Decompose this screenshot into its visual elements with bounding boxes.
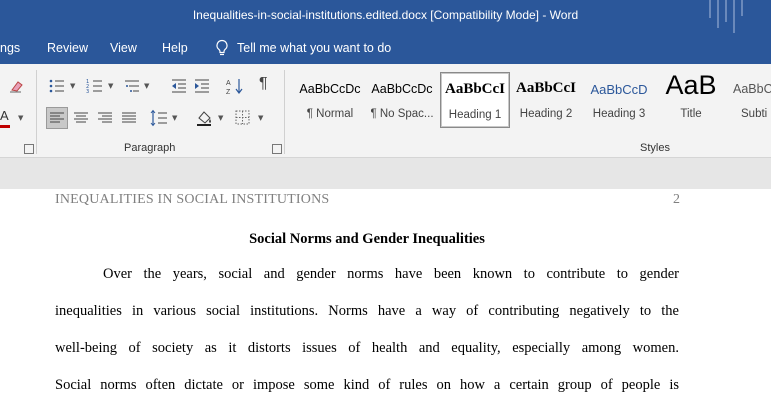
style-subtitle[interactable]: AaBbC Subti xyxy=(729,72,771,126)
chevron-down-icon[interactable]: ▼ xyxy=(172,114,177,122)
multilevel-list-icon xyxy=(125,80,139,92)
increase-indent-icon xyxy=(195,79,209,93)
document-page[interactable]: INEQUALITIES IN SOCIAL INSTITUTIONS 2 So… xyxy=(0,189,771,411)
decrease-indent-button[interactable] xyxy=(170,77,188,95)
svg-text:Z: Z xyxy=(226,89,231,95)
style-name: ¶ No Spac... xyxy=(370,108,434,120)
eraser-icon xyxy=(10,81,23,93)
numbering-icon: 123 xyxy=(86,79,102,95)
style-heading-3[interactable]: AaBbCcD Heading 3 xyxy=(585,72,653,126)
tab-view[interactable]: View xyxy=(110,41,137,55)
style-heading-1[interactable]: AaBbCcI Heading 1 xyxy=(440,72,510,128)
style-name: Heading 3 xyxy=(592,108,646,120)
style-name: Heading 1 xyxy=(448,109,502,121)
chevron-down-icon[interactable]: ▼ xyxy=(108,82,113,90)
svg-text:A: A xyxy=(226,80,231,87)
borders-icon xyxy=(235,110,250,125)
increase-indent-button[interactable] xyxy=(193,77,211,95)
align-right-icon xyxy=(98,112,112,123)
title-bar: Inequalities-in-social-institutions.edit… xyxy=(0,0,771,33)
style-heading-2[interactable]: AaBbCcI Heading 2 xyxy=(512,72,580,126)
body-line: Over the years, social and gender norms … xyxy=(103,266,679,282)
style-name: ¶ Normal xyxy=(306,108,354,120)
svg-text:3: 3 xyxy=(86,89,89,95)
paragraph-dialog-launcher[interactable] xyxy=(272,144,282,154)
bullets-icon xyxy=(49,79,64,93)
decorative-bars xyxy=(709,0,749,33)
bullets-button[interactable] xyxy=(48,77,66,95)
style-no-spacing[interactable]: AaBbCcDc ¶ No Spac... xyxy=(368,72,436,126)
running-header: INEQUALITIES IN SOCIAL INSTITUTIONS xyxy=(55,192,330,207)
page-number: 2 xyxy=(673,192,680,207)
borders-button[interactable] xyxy=(234,109,252,127)
align-left-button[interactable] xyxy=(46,107,68,129)
shading-button[interactable] xyxy=(195,109,213,127)
body-line: well-being of society as it distorts iss… xyxy=(55,340,679,356)
numbering-button[interactable]: 123 xyxy=(86,77,104,95)
group-separator xyxy=(284,70,285,154)
body-line: Social norms often dictate or impose som… xyxy=(55,377,679,393)
style-preview: AaBbCcDc xyxy=(299,82,361,96)
decrease-indent-icon xyxy=(172,79,186,93)
line-spacing-icon xyxy=(150,109,167,127)
chevron-down-icon[interactable]: ▼ xyxy=(70,82,75,90)
align-center-button[interactable] xyxy=(72,109,90,127)
paint-bucket-icon xyxy=(197,111,211,126)
style-title[interactable]: AaB Title xyxy=(657,70,725,126)
chevron-down-icon[interactable]: ▼ xyxy=(144,82,149,90)
paragraph-group-label: Paragraph xyxy=(124,142,176,154)
group-separator xyxy=(36,70,37,154)
lightbulb-icon xyxy=(216,39,228,56)
line-spacing-button[interactable] xyxy=(150,109,168,127)
section-heading: Social Norms and Gender Inequalities xyxy=(249,231,485,247)
chevron-down-icon[interactable]: ▼ xyxy=(18,114,23,122)
multilevel-list-button[interactable] xyxy=(123,77,141,95)
style-normal[interactable]: AaBbCcDc ¶ Normal xyxy=(296,72,364,126)
clear-formatting-button[interactable] xyxy=(7,77,25,95)
pilcrow-icon: ¶ xyxy=(259,75,268,92)
sort-button[interactable]: A Z xyxy=(226,77,244,96)
tell-me-search[interactable]: Tell me what you want to do xyxy=(215,39,391,56)
font-color-swatch xyxy=(0,125,10,128)
style-preview: AaBbCcI xyxy=(444,81,505,97)
font-dialog-launcher[interactable] xyxy=(24,144,34,154)
tab-review[interactable]: Review xyxy=(47,41,88,55)
style-preview: AaBbCcD xyxy=(590,82,648,97)
style-name: Heading 2 xyxy=(519,108,573,120)
tab-help[interactable]: Help xyxy=(162,41,188,55)
tell-me-label: Tell me what you want to do xyxy=(237,40,392,55)
align-center-icon xyxy=(74,112,88,123)
style-preview: AaBbCcI xyxy=(515,80,576,96)
sort-az-icon: A Z xyxy=(226,79,243,96)
font-color-button[interactable]: A xyxy=(0,108,18,128)
style-name: Title xyxy=(680,108,702,120)
body-line: inequalities in various social instituti… xyxy=(55,303,679,319)
style-preview: AaBbCcDc xyxy=(371,82,433,96)
chevron-down-icon[interactable]: ▼ xyxy=(218,114,223,122)
ribbon: A ▼ ▼ 123 ▼ ▼ A Z ¶ ▼ ▼ ▼ Paragraph AaBb… xyxy=(0,64,771,158)
chevron-down-icon[interactable]: ▼ xyxy=(258,114,263,122)
styles-group-label: Styles xyxy=(640,142,670,154)
document-toolbar-strip xyxy=(0,158,771,189)
ribbon-tabs: ngs Review View Help Tell me what you wa… xyxy=(0,33,771,64)
align-right-button[interactable] xyxy=(96,109,114,127)
font-color-icon: A xyxy=(0,108,9,123)
style-name: Subti xyxy=(741,108,768,120)
style-preview: AaB xyxy=(665,70,717,100)
window-title: Inequalities-in-social-institutions.edit… xyxy=(192,8,579,22)
justify-icon xyxy=(122,112,136,123)
tab-mailings[interactable]: ngs xyxy=(0,41,20,55)
show-formatting-marks-button[interactable]: ¶ xyxy=(256,75,274,93)
align-left-icon xyxy=(50,112,64,123)
justify-button[interactable] xyxy=(120,109,138,127)
style-preview: AaBbC xyxy=(733,82,771,96)
